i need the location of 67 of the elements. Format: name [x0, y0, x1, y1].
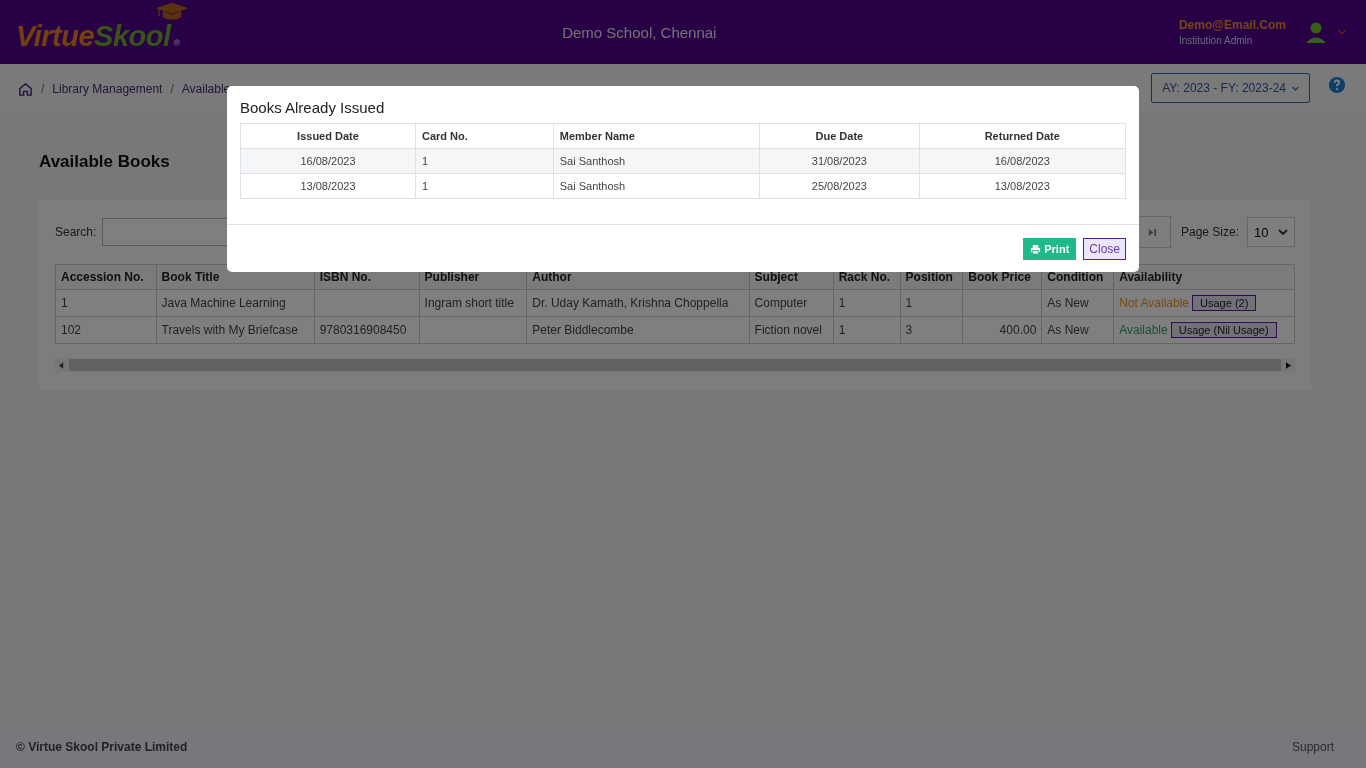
chevron-down-icon [1292, 85, 1299, 91]
table-cell: 13/08/2023 [300, 180, 356, 192]
column-header: Issued Date [240, 123, 416, 149]
home-icon[interactable] [18, 81, 33, 97]
chevron-down-icon [1278, 229, 1288, 235]
modal-title: Books Already Issued [240, 99, 386, 116]
user-avatar-icon[interactable] [1304, 20, 1328, 44]
table-cell: 16/08/2023 [300, 155, 356, 167]
page-title: Available Books [39, 152, 170, 172]
table-cell: Java Machine Learning [161, 296, 286, 310]
table-cell: As New [1047, 323, 1089, 337]
logo-text: VirtueSkool [16, 21, 173, 53]
availability-status: Not Available [1119, 296, 1190, 310]
year-dropdown[interactable]: AY: 2023 - FY: 2023-24 [1151, 73, 1310, 103]
table-cell: 31/08/2023 [811, 155, 867, 167]
page-size-dropdown[interactable]: 10 [1247, 217, 1295, 247]
user-email: Demo@Email.Com [1178, 18, 1286, 32]
table-cell: 1 [422, 155, 429, 167]
table-cell: Ingram short title [424, 296, 514, 310]
horizontal-scrollbar[interactable] [55, 358, 1295, 372]
table-cell: Sai Santhosh [559, 155, 626, 167]
skip-end-icon [1148, 227, 1158, 237]
registered-mark: ® [173, 38, 180, 49]
column-header: Due Date [759, 123, 920, 149]
table-cell: As New [1047, 296, 1089, 310]
copyright-text: © Virtue Skool Private Limited [16, 740, 188, 754]
usage-button[interactable]: Usage (2) [1192, 295, 1257, 311]
breadcrumb-link[interactable]: Available [181, 82, 231, 96]
column-header: Card No. [415, 123, 554, 149]
table-cell: 13/08/2023 [994, 180, 1050, 192]
table-cell: Fiction novel [754, 323, 822, 337]
close-button[interactable]: Close [1083, 238, 1126, 260]
breadcrumb-separator: / [41, 82, 45, 96]
table-cell: Sai Santhosh [559, 180, 626, 192]
column-header: Returned Date [919, 123, 1126, 149]
column-header: Member Name [553, 123, 760, 149]
table-cell: Dr. Uday Kamath, Krishna Choppella [532, 296, 729, 310]
table-cell: 25/08/2023 [811, 180, 867, 192]
table-cell: 1 [61, 296, 68, 310]
scroll-right-icon[interactable] [1286, 361, 1291, 369]
table-cell: 1 [838, 323, 846, 337]
column-header: Accession No. [55, 264, 157, 290]
usage-button[interactable]: Usage (Nil Usage) [1170, 322, 1277, 338]
table-cell: 16/08/2023 [994, 155, 1050, 167]
page-size-label: Page Size: [1180, 225, 1239, 239]
support-link[interactable]: Support [1291, 740, 1334, 754]
table-cell: 3 [905, 323, 913, 337]
scroll-left-icon[interactable] [59, 361, 64, 369]
table-cell: 1 [838, 296, 846, 310]
table-cell: 9780316908450 [319, 323, 407, 337]
printer-icon [1030, 243, 1042, 255]
school-name: Demo School, Chennai [561, 23, 718, 41]
table-cell: 1 [422, 180, 429, 192]
breadcrumb-link[interactable]: Library Management [52, 82, 163, 96]
table-cell: 1 [905, 296, 913, 310]
help-icon[interactable] [1328, 76, 1346, 94]
breadcrumb-separator: / [170, 82, 174, 96]
table-cell: Peter Biddlecombe [532, 323, 634, 337]
table-cell: Travels with My Briefcase [161, 323, 298, 337]
table-cell: Computer [754, 296, 808, 310]
print-button[interactable]: Print [1023, 238, 1077, 260]
column-header: Availability [1113, 264, 1295, 290]
availability-status: Available [1119, 323, 1168, 337]
user-role: Institution Admin [1178, 35, 1254, 46]
search-label: Search: [55, 225, 97, 239]
table-cell: 102 [61, 323, 82, 337]
table-cell: 400.00 [999, 323, 1037, 337]
